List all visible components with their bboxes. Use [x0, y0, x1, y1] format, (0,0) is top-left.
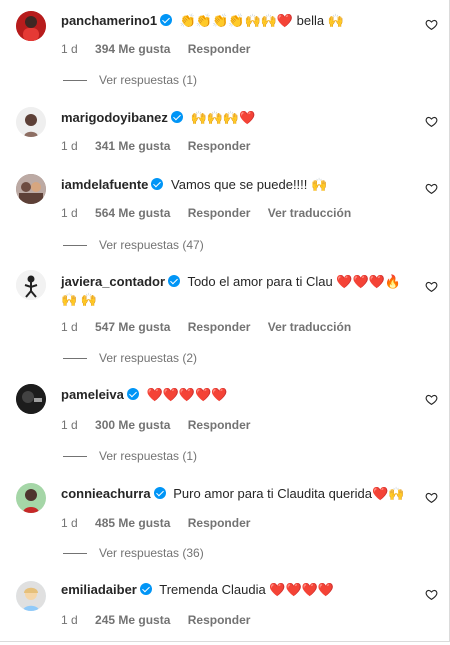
comment-time[interactable]: 1 d — [61, 42, 78, 56]
view-replies-label: Ver respuestas (47) — [99, 238, 204, 252]
like-heart-icon[interactable] — [425, 491, 438, 504]
verified-badge-icon — [153, 487, 166, 499]
reply-button[interactable]: Responder — [188, 139, 251, 153]
comment-likes[interactable]: 547 Me gusta — [95, 320, 170, 334]
comment-text: Puro amor para ti Claudita querida❤️🙌 — [173, 486, 405, 501]
like-heart-icon[interactable] — [425, 280, 438, 293]
replies-line — [63, 456, 87, 458]
avatar[interactable] — [16, 581, 46, 611]
reply-button[interactable]: Responder — [188, 206, 251, 220]
avatar[interactable] — [16, 270, 46, 300]
translate-button[interactable]: Ver traducción — [268, 320, 351, 334]
comment-time[interactable]: 1 d — [61, 516, 78, 530]
comment-username[interactable]: javiera_contador — [61, 274, 165, 289]
comment-username[interactable]: connieachurra — [61, 486, 151, 501]
replies-line — [63, 80, 87, 82]
like-heart-icon[interactable] — [425, 393, 438, 406]
comment-time[interactable]: 1 d — [61, 139, 78, 153]
view-replies-button[interactable]: Ver respuestas (2) — [63, 351, 197, 365]
view-replies-button[interactable]: Ver respuestas (36) — [63, 546, 204, 560]
view-replies-button[interactable]: Ver respuestas (1) — [63, 449, 197, 463]
verified-badge-icon — [139, 583, 152, 595]
verified-badge-icon — [151, 178, 164, 190]
comment-likes[interactable]: 485 Me gusta — [95, 516, 170, 530]
verified-badge-icon — [126, 388, 139, 400]
avatar-image — [16, 384, 46, 414]
reply-button[interactable]: Responder — [188, 613, 251, 627]
view-replies-button[interactable]: Ver respuestas (1) — [63, 73, 197, 87]
view-replies-label: Ver respuestas (1) — [99, 73, 198, 87]
view-replies-button[interactable]: Ver respuestas (47) — [63, 238, 204, 252]
replies-line — [63, 358, 87, 360]
view-replies-label: Ver respuestas (1) — [99, 449, 198, 463]
like-heart-icon[interactable] — [425, 18, 438, 31]
comment-time[interactable]: 1 d — [61, 418, 78, 432]
comment-text: 🙌🙌🙌❤️ — [190, 110, 256, 125]
avatar[interactable] — [16, 107, 46, 137]
comment-likes[interactable]: 564 Me gusta — [95, 206, 170, 220]
reply-button[interactable]: Responder — [188, 320, 251, 334]
verified-badge-icon — [160, 14, 173, 26]
reply-button[interactable]: Responder — [188, 418, 251, 432]
comment-likes[interactable]: 341 Me gusta — [95, 139, 170, 153]
like-heart-icon[interactable] — [425, 588, 438, 601]
comment-text: ❤️❤️❤️❤️❤️ — [146, 387, 228, 402]
comment-text: Vamos que se puede!!!! 🙌 — [171, 177, 328, 192]
comment-text: Tremenda Claudia ❤️❤️❤️❤️ — [159, 582, 335, 597]
avatar[interactable] — [16, 384, 46, 414]
avatar-image — [16, 174, 46, 204]
avatar[interactable] — [16, 483, 46, 513]
comment-username[interactable]: panchamerino1 — [61, 13, 157, 28]
avatar-image — [16, 483, 46, 513]
comment-username[interactable]: marigodoyibanez — [61, 110, 168, 125]
comment-time[interactable]: 1 d — [61, 613, 78, 627]
translate-button[interactable]: Ver traducción — [268, 206, 351, 220]
comment-username[interactable]: iamdelafuente — [61, 177, 148, 192]
comment-likes[interactable]: 245 Me gusta — [95, 613, 170, 627]
comment-text: 👏👏👏👏🙌🙌❤️ bella 🙌 — [179, 13, 344, 28]
comment-time[interactable]: 1 d — [61, 320, 78, 334]
replies-line — [63, 553, 87, 555]
reply-button[interactable]: Responder — [188, 516, 251, 530]
comment-likes[interactable]: 394 Me gusta — [95, 42, 170, 56]
like-heart-icon[interactable] — [425, 115, 438, 128]
avatar-image — [16, 270, 46, 300]
avatar-image — [16, 107, 46, 137]
avatar[interactable] — [16, 11, 46, 41]
comment-likes[interactable]: 300 Me gusta — [95, 418, 170, 432]
reply-button[interactable]: Responder — [188, 42, 251, 56]
like-heart-icon[interactable] — [425, 182, 438, 195]
verified-badge-icon — [168, 275, 181, 287]
avatar[interactable] — [16, 174, 46, 204]
avatar-image — [16, 581, 46, 611]
avatar-image — [16, 11, 46, 41]
view-replies-label: Ver respuestas (2) — [99, 351, 198, 365]
comment-username[interactable]: pameleiva — [61, 387, 124, 402]
comment-username[interactable]: emiliadaiber — [61, 582, 137, 597]
comment-time[interactable]: 1 d — [61, 206, 78, 220]
view-replies-label: Ver respuestas (36) — [99, 546, 204, 560]
verified-badge-icon — [170, 111, 183, 123]
replies-line — [63, 245, 87, 247]
